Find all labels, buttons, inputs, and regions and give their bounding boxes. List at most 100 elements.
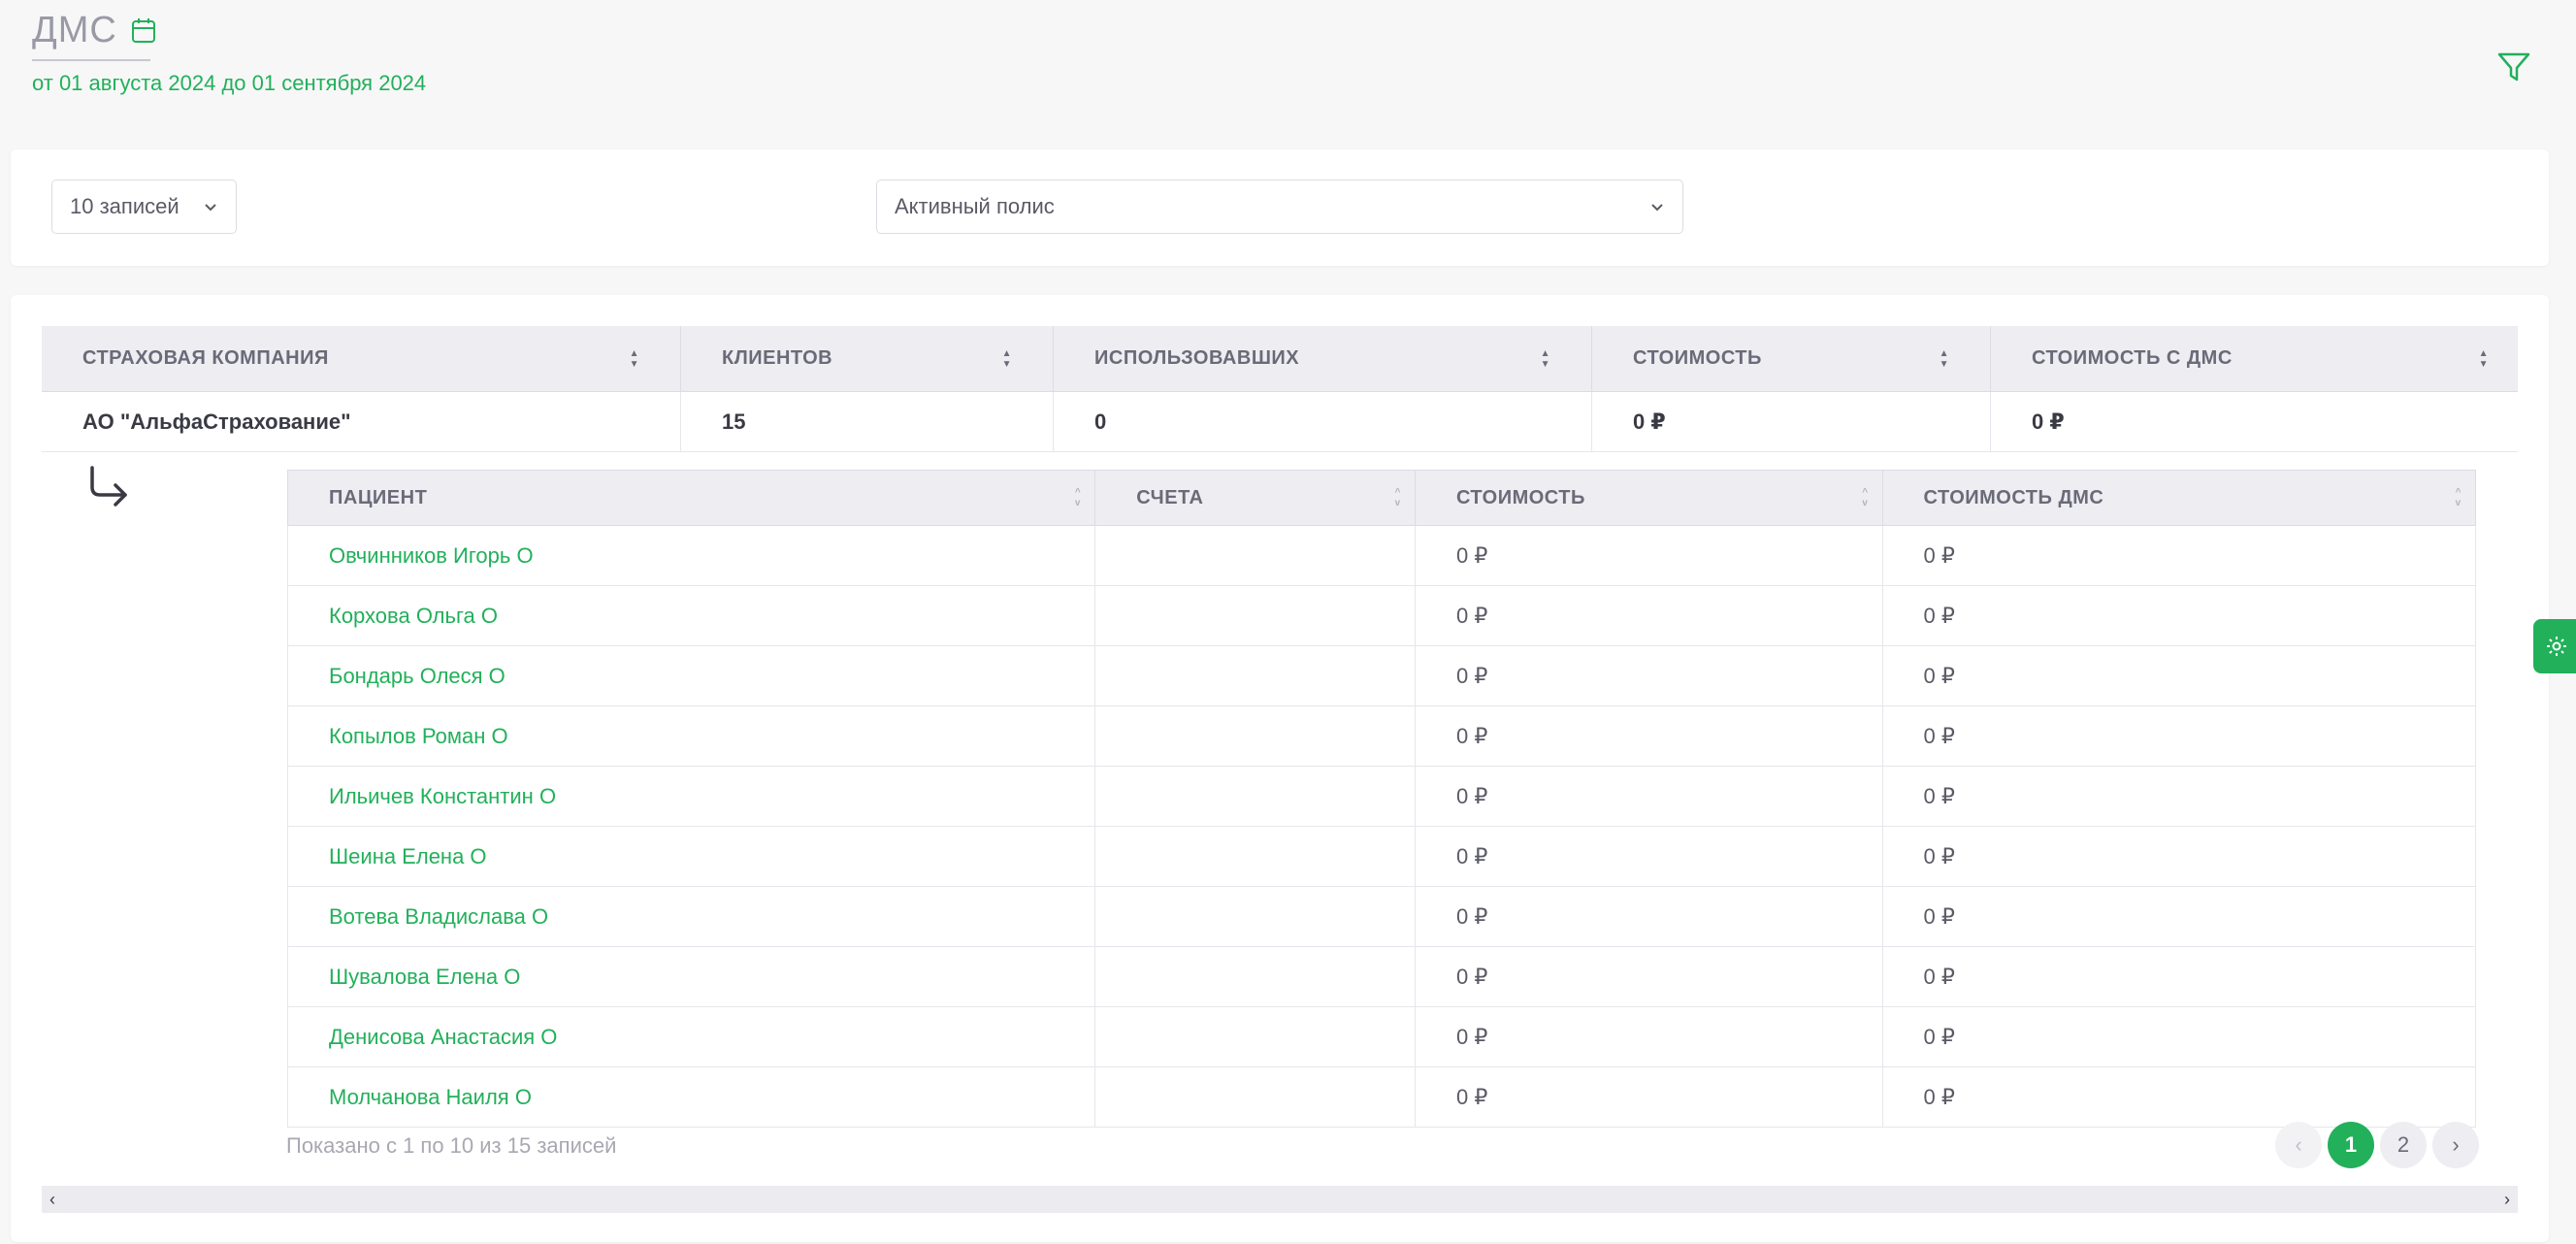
sort-icon: ^ v bbox=[1074, 487, 1082, 508]
table-row[interactable]: Бондарь Олеся О 0 ₽ 0 ₽ bbox=[287, 646, 2476, 706]
prev-page-button[interactable]: ‹ bbox=[2275, 1122, 2322, 1168]
cell-patient: Корхова Ольга О bbox=[288, 586, 1096, 645]
policy-select-value: Активный полис bbox=[895, 194, 1055, 218]
cell-cost: 0 ₽ bbox=[1416, 1007, 1883, 1066]
cell-cost: 0 ₽ bbox=[1416, 586, 1883, 645]
records-per-page-value: 10 записей bbox=[70, 194, 179, 218]
sort-icon: ▲ ▼ bbox=[1001, 347, 1012, 370]
gear-icon bbox=[2547, 637, 2566, 656]
table-row[interactable]: Шеина Елена О 0 ₽ 0 ₽ bbox=[287, 827, 2476, 887]
table-row[interactable]: Корхова Ольга О 0 ₽ 0 ₽ bbox=[287, 586, 2476, 646]
cell-cost-dms: 0 ₽ bbox=[1923, 723, 1955, 748]
page-title: ДМС bbox=[32, 10, 117, 50]
cell-cost: 0 ₽ bbox=[1416, 526, 1883, 585]
cell-invoices bbox=[1095, 887, 1416, 946]
settings-tab[interactable] bbox=[2533, 619, 2576, 673]
column-header-clients[interactable]: КЛИЕНТОВ ▲ ▼ bbox=[681, 326, 1054, 391]
table-row[interactable]: Ильичев Константин О 0 ₽ 0 ₽ bbox=[287, 767, 2476, 827]
patient-link[interactable]: Корхова Ольга О bbox=[329, 604, 498, 629]
column-header-patient[interactable]: ПАЦИЕНТ ^ v bbox=[288, 471, 1096, 525]
patient-link[interactable]: Денисова Анастасия О bbox=[329, 1025, 557, 1050]
cell-cost: 0 ₽ bbox=[1592, 392, 1991, 451]
table-row[interactable]: Вотева Владислава О 0 ₽ 0 ₽ bbox=[287, 887, 2476, 947]
cell-patient: Шувалова Елена О bbox=[288, 947, 1096, 1006]
table-row[interactable]: Овчинников Игорь О 0 ₽ 0 ₽ bbox=[287, 526, 2476, 586]
cell-cost: 0 ₽ bbox=[1416, 947, 1883, 1006]
sort-icon: ▲ ▼ bbox=[629, 347, 639, 370]
cell-patient: Овчинников Игорь О bbox=[288, 526, 1096, 585]
horizontal-scrollbar[interactable]: ‹ › bbox=[42, 1186, 2518, 1213]
chevron-down-icon bbox=[1651, 204, 1663, 212]
cell-used: 0 bbox=[1054, 392, 1592, 451]
cell-patient: Ильичев Константин О bbox=[288, 767, 1096, 826]
cell-invoices bbox=[1095, 947, 1416, 1006]
pagination: ‹ 1 2 › bbox=[2275, 1122, 2479, 1168]
column-header-cost-dms[interactable]: СТОИМОСТЬ С ДМС ▲ ▼ bbox=[1991, 326, 2518, 391]
cell-cost: 0 ₽ bbox=[1416, 887, 1883, 946]
cell-invoices bbox=[1095, 586, 1416, 645]
records-per-page-select[interactable]: 10 записей bbox=[51, 180, 237, 234]
column-header-invoices[interactable]: СЧЕТА ^ v bbox=[1095, 471, 1416, 525]
sort-icon: ▲ ▼ bbox=[2478, 347, 2489, 370]
patients-table: ПАЦИЕНТ ^ v СЧЕТА ^ v СТОИМОСТЬ ^ v СТОИМОС… bbox=[287, 470, 2476, 1128]
next-page-button[interactable]: › bbox=[2432, 1122, 2479, 1168]
cell-cost-dms: 0 ₽ bbox=[2032, 409, 2065, 434]
cell-cost-dms: 0 ₽ bbox=[1923, 903, 1955, 929]
cell-patient: Копылов Роман О bbox=[288, 706, 1096, 766]
table-row[interactable]: Молчанова Наиля О 0 ₽ 0 ₽ bbox=[287, 1067, 2476, 1128]
column-header-cost[interactable]: СТОИМОСТЬ ▲ ▼ bbox=[1592, 326, 1991, 391]
main-card: СТРАХОВАЯ КОМПАНИЯ ▲ ▼ КЛИЕНТОВ ▲ ▼ ИСПОЛЬ… bbox=[11, 295, 2549, 1242]
table-row[interactable]: Шувалова Елена О 0 ₽ 0 ₽ bbox=[287, 947, 2476, 1007]
insurance-companies-table: СТРАХОВАЯ КОМПАНИЯ ▲ ▼ КЛИЕНТОВ ▲ ▼ ИСПОЛЬ… bbox=[42, 326, 2518, 452]
patient-link[interactable]: Шеина Елена О bbox=[329, 844, 487, 869]
return-arrow-icon bbox=[90, 466, 127, 507]
column-header-cost[interactable]: СТОИМОСТЬ ^ v bbox=[1416, 471, 1883, 525]
scroll-right-icon[interactable]: › bbox=[2504, 1190, 2510, 1210]
column-header-cost-dms[interactable]: СТОИМОСТЬ ДМС ^ v bbox=[1883, 471, 2475, 525]
nested-details: ПАЦИЕНТ ^ v СЧЕТА ^ v СТОИМОСТЬ ^ v СТОИМОС… bbox=[42, 454, 2518, 1201]
patient-link[interactable]: Шувалова Елена О bbox=[329, 965, 520, 990]
column-header-used[interactable]: ИСПОЛЬЗОВАВШИХ ▲ ▼ bbox=[1054, 326, 1592, 391]
cell-cost-dms: 0 ₽ bbox=[1923, 542, 1955, 568]
table-row[interactable]: Денисова Анастасия О 0 ₽ 0 ₽ bbox=[287, 1007, 2476, 1067]
filter-icon[interactable] bbox=[2495, 49, 2532, 85]
cell-cost-dms: 0 ₽ bbox=[1923, 964, 1955, 989]
date-range[interactable]: от 01 августа 2024 до 01 сентября 2024 bbox=[32, 71, 426, 96]
scroll-left-icon[interactable]: ‹ bbox=[49, 1190, 55, 1210]
patient-link[interactable]: Вотева Владислава О bbox=[329, 904, 548, 930]
policy-select[interactable]: Активный полис bbox=[876, 180, 1683, 234]
patient-link[interactable]: Копылов Роман О bbox=[329, 724, 508, 749]
controls-card: 10 записей Активный полис bbox=[11, 149, 2549, 266]
cell-invoices bbox=[1095, 827, 1416, 886]
table-row[interactable]: Копылов Роман О 0 ₽ 0 ₽ bbox=[287, 706, 2476, 767]
sort-icon: ^ v bbox=[1862, 487, 1869, 508]
chevron-down-icon bbox=[205, 204, 216, 212]
cell-invoices bbox=[1095, 706, 1416, 766]
cell-patient: Бондарь Олеся О bbox=[288, 646, 1096, 705]
column-header-company[interactable]: СТРАХОВАЯ КОМПАНИЯ ▲ ▼ bbox=[42, 326, 681, 391]
cell-invoices bbox=[1095, 767, 1416, 826]
page-header: ДМС от 01 августа 2024 до 01 сентября 20… bbox=[32, 10, 426, 96]
table-row[interactable]: АО "АльфаСтрахование" 15 0 0 ₽ 0 ₽ bbox=[42, 392, 2518, 452]
cell-patient: Молчанова Наиля О bbox=[288, 1067, 1096, 1127]
cell-invoices bbox=[1095, 1067, 1416, 1127]
cell-cost: 0 ₽ bbox=[1416, 706, 1883, 766]
title-underline bbox=[32, 59, 150, 61]
page-button-2[interactable]: 2 bbox=[2380, 1122, 2427, 1168]
cell-patient: Шеина Елена О bbox=[288, 827, 1096, 886]
sort-icon: ▲ ▼ bbox=[1939, 347, 1949, 370]
patient-link[interactable]: Овчинников Игорь О bbox=[329, 543, 534, 569]
patient-link[interactable]: Молчанова Наиля О bbox=[329, 1085, 532, 1110]
cell-invoices bbox=[1095, 646, 1416, 705]
page-button-1[interactable]: 1 bbox=[2328, 1122, 2374, 1168]
cell-cost: 0 ₽ bbox=[1416, 827, 1883, 886]
table-header: СТРАХОВАЯ КОМПАНИЯ ▲ ▼ КЛИЕНТОВ ▲ ▼ ИСПОЛЬ… bbox=[42, 326, 2518, 392]
records-info: Показано с 1 по 10 из 15 записей bbox=[286, 1133, 617, 1158]
cell-cost-dms: 0 ₽ bbox=[1923, 783, 1955, 808]
table-header: ПАЦИЕНТ ^ v СЧЕТА ^ v СТОИМОСТЬ ^ v СТОИМОС… bbox=[287, 470, 2476, 526]
patient-link[interactable]: Бондарь Олеся О bbox=[329, 664, 505, 689]
cell-cost-dms: 0 ₽ bbox=[1923, 603, 1955, 628]
cell-cost-dms: 0 ₽ bbox=[1923, 1084, 1955, 1109]
patient-link[interactable]: Ильичев Константин О bbox=[329, 784, 556, 809]
calendar-icon[interactable] bbox=[131, 17, 156, 45]
